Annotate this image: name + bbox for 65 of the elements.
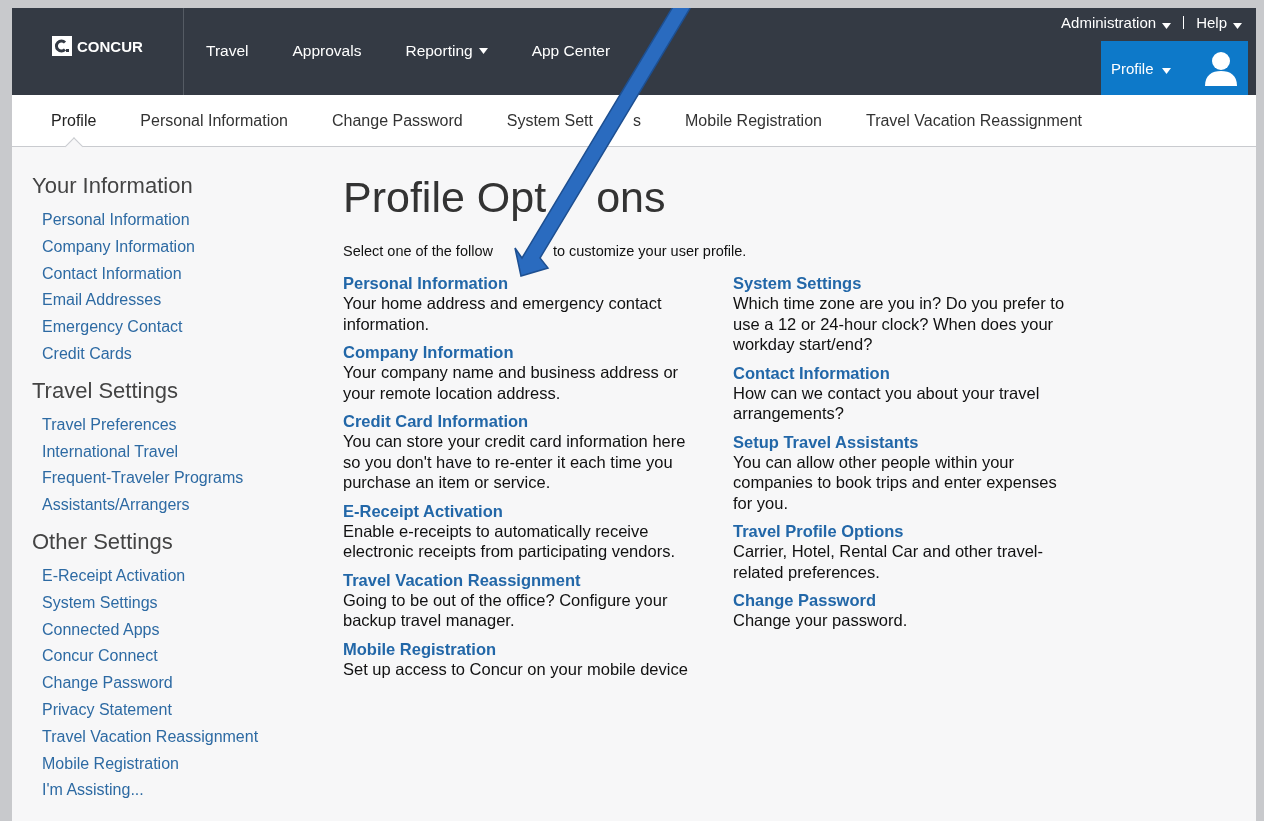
sidebar-link[interactable]: System Settings bbox=[42, 589, 158, 617]
option-description: Set up access to Concur on your mobile device bbox=[343, 658, 689, 679]
sidebar-link[interactable]: Travel Vacation Reassignment bbox=[42, 723, 259, 751]
sidebar-link[interactable]: Privacy Statement bbox=[42, 696, 172, 724]
option-description: Enable e-receipts to automatically receive electronic receipts from participating vendors. bbox=[343, 520, 676, 562]
intro-text: Select one of the follow bbox=[343, 243, 493, 259]
option-link[interactable]: Setup Travel Assistants bbox=[733, 431, 919, 452]
nav-link[interactable]: Travel bbox=[206, 42, 249, 62]
tab[interactable]: Travel Vacation Reassignment bbox=[865, 95, 1083, 146]
option-description: Your home address and emergency contact information. bbox=[343, 293, 663, 334]
option-description: How can we contact you about your travel arrangements? bbox=[733, 382, 1041, 424]
sidebar-heading: Other Settings bbox=[32, 528, 174, 555]
caret-icon bbox=[1162, 22, 1172, 29]
tab[interactable]: System Sett s bbox=[506, 95, 641, 146]
menu-link[interactable]: Administration bbox=[1061, 14, 1172, 32]
tab[interactable]: Personal Information bbox=[140, 95, 288, 146]
nav-link[interactable]: App Center bbox=[531, 42, 611, 62]
sidebar-link[interactable]: Travel Preferences bbox=[42, 411, 177, 439]
sidebar-link[interactable]: Concur Connect bbox=[42, 643, 158, 671]
sidebar-heading: Travel Settings bbox=[32, 377, 179, 404]
intro-text: to customize your user profile. bbox=[552, 243, 747, 259]
sidebar-link[interactable]: Mobile Registration bbox=[42, 750, 179, 778]
option-description: Change your password. bbox=[733, 610, 909, 631]
profile-button[interactable]: Profile bbox=[1101, 41, 1248, 95]
sidebar-link[interactable]: Frequent-Traveler Programs bbox=[42, 465, 244, 493]
sidebar-link[interactable]: E-Receipt Activation bbox=[42, 562, 186, 590]
option-link[interactable]: Company Information bbox=[343, 342, 514, 362]
sidebar-link[interactable]: Email Addresses bbox=[42, 287, 162, 315]
option-link[interactable]: Travel Vacation Reassignment bbox=[343, 569, 581, 590]
tab[interactable]: Mobile Registration bbox=[685, 95, 822, 146]
sidebar-link[interactable]: Change Password bbox=[42, 670, 173, 697]
sidebar-link[interactable]: I'm Assisting... bbox=[42, 777, 144, 805]
sidebar-link[interactable]: Credit Cards bbox=[42, 341, 132, 368]
user-avatar-icon bbox=[1204, 50, 1238, 87]
page-title: Profile Opt bbox=[343, 173, 547, 221]
menu-link[interactable]: Help bbox=[1196, 14, 1242, 32]
sidebar-link[interactable]: Connected Apps bbox=[42, 616, 160, 644]
option-link[interactable]: E-Receipt Activation bbox=[343, 500, 503, 521]
sidebar-link[interactable]: Personal Information bbox=[42, 207, 190, 234]
nav-link[interactable]: Approvals bbox=[292, 42, 362, 62]
sidebar-link[interactable]: Contact Information bbox=[42, 260, 182, 288]
tab[interactable]: Change Password bbox=[332, 95, 463, 146]
option-description: You can store your credit card information here so you don't have to re-enter it each time you purchase an item or service. bbox=[343, 431, 687, 493]
option-description: Which time zone are you in? Do you prefer to use a 12 or 24-hour clock? When does your workday start/end? bbox=[733, 293, 1066, 355]
nav-link[interactable]: Reporting bbox=[405, 42, 488, 62]
option-link[interactable]: Change Password bbox=[733, 590, 877, 610]
sidebar-heading: Your Information bbox=[32, 173, 194, 199]
option-description: Going to be out of the office? Configure your backup travel manager. bbox=[343, 589, 669, 631]
caret-icon bbox=[1161, 68, 1171, 75]
option-link[interactable]: Credit Card Information bbox=[343, 411, 529, 431]
option-link[interactable]: Contact Information bbox=[733, 362, 890, 383]
sidebar-link[interactable]: Emergency Contact bbox=[42, 314, 183, 341]
caret-icon bbox=[1233, 22, 1242, 29]
sidebar-link[interactable]: Company Information bbox=[42, 233, 195, 261]
sidebar-link[interactable]: Assistants/Arrangers bbox=[42, 492, 190, 519]
option-description: You can allow other people within your companies to book trips and enter expenses for you. bbox=[733, 451, 1058, 513]
option-link[interactable]: Personal Information bbox=[343, 273, 509, 293]
option-description: Your company name and business address or your remote location address. bbox=[343, 362, 680, 403]
option-description: Carrier, Hotel, Rental Car and other travel-related preferences. bbox=[733, 541, 1044, 582]
option-link[interactable]: Mobile Registration bbox=[343, 638, 497, 659]
sidebar-link[interactable]: International Travel bbox=[42, 438, 179, 466]
option-link[interactable]: System Settings bbox=[733, 273, 862, 293]
page-title: ons bbox=[596, 173, 666, 221]
logo[interactable]: CONCUR bbox=[52, 36, 143, 56]
option-link[interactable]: Travel Profile Options bbox=[733, 521, 904, 541]
